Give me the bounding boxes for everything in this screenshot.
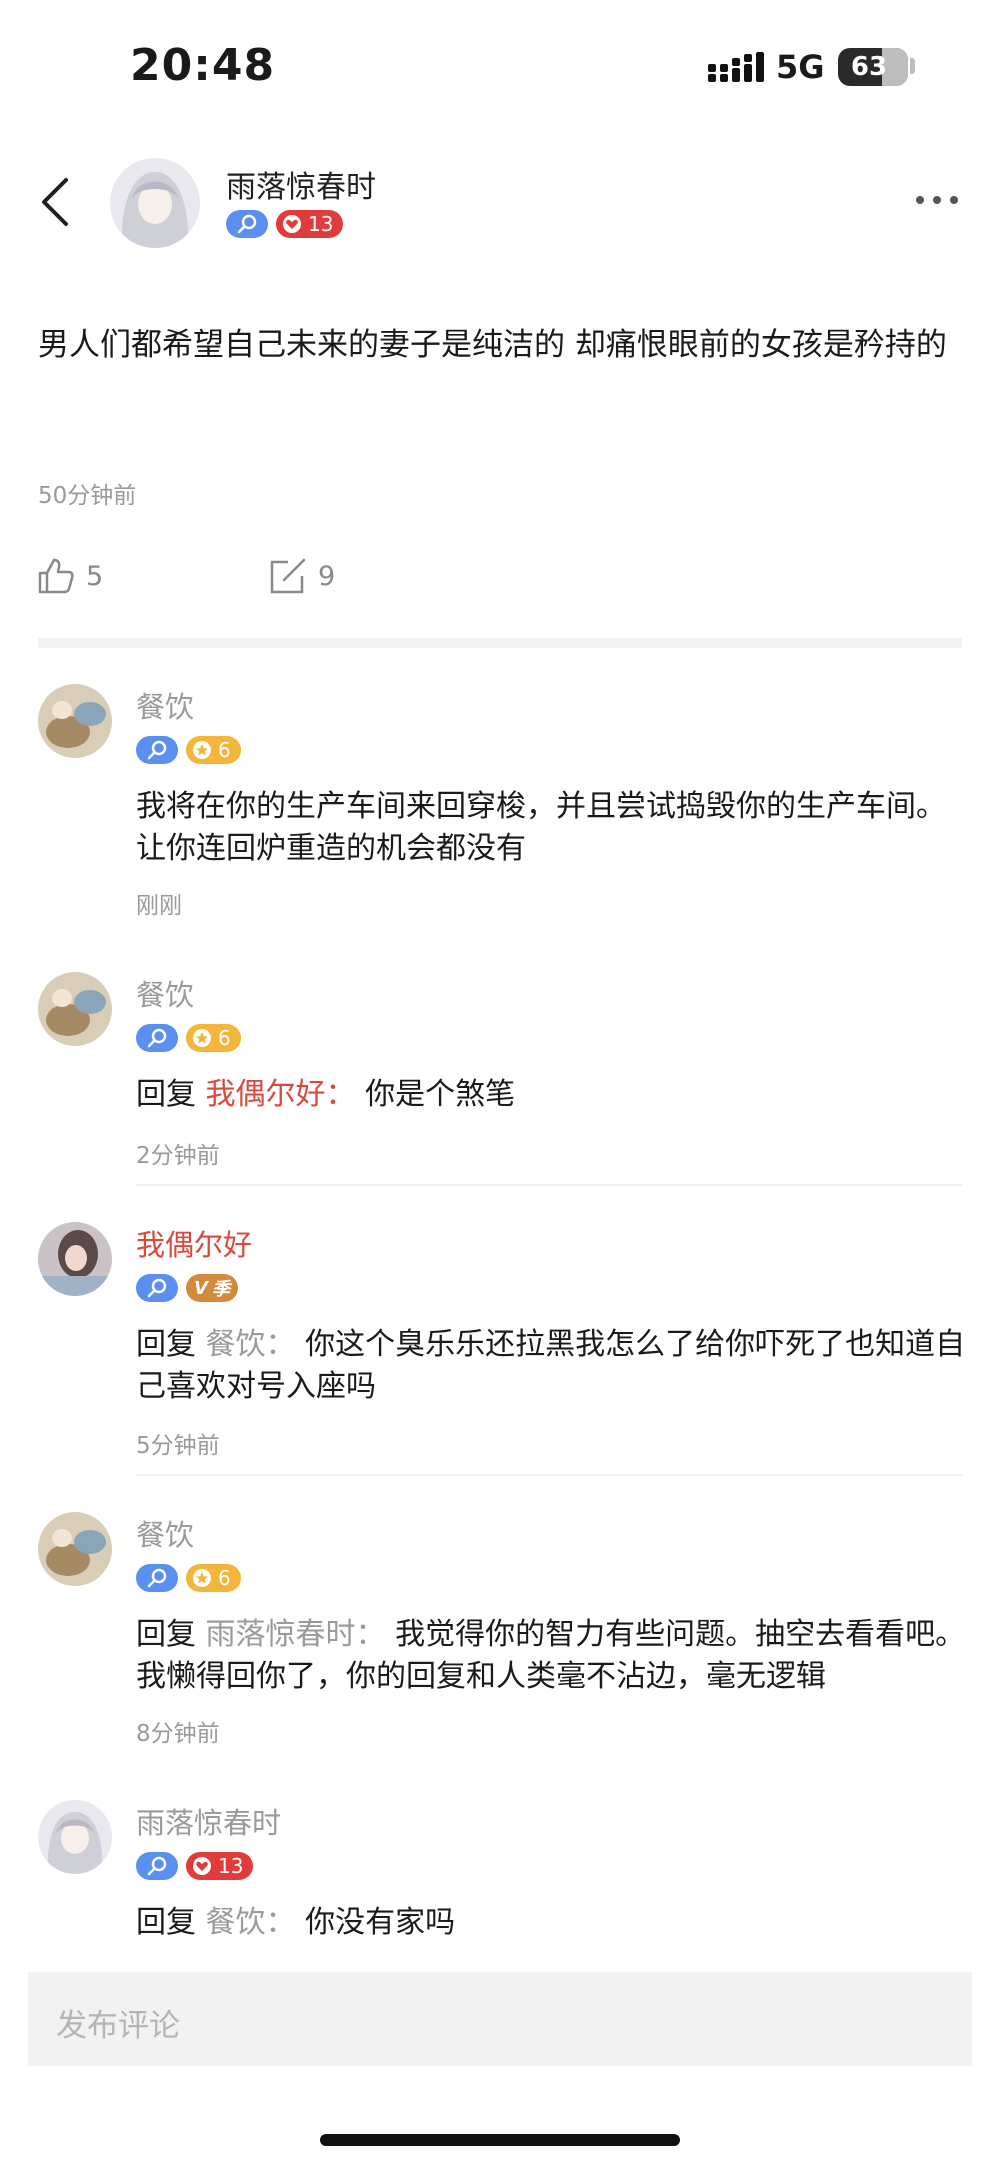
star-icon (193, 741, 211, 759)
reply-word: 回复 (136, 1905, 196, 1940)
reply-word: 回复 (136, 1327, 196, 1362)
comment-divider (136, 1184, 962, 1186)
author-avatar[interactable] (110, 158, 200, 248)
reply-target[interactable]: 雨落惊春时： (206, 1617, 386, 1652)
comment-divider (136, 1474, 962, 1476)
author-badges: 13 (226, 210, 344, 238)
battery-level: 63 (850, 52, 888, 82)
user-badge-icon (136, 736, 178, 764)
user-badge-icon (136, 1564, 178, 1592)
post-content: 男人们都希望自己未来的妻子是纯洁的 却痛恨眼前的女孩是矜持的 (38, 327, 947, 363)
vip-icon: V (194, 1277, 208, 1299)
commenter-name[interactable]: 雨落惊春时 (136, 1800, 281, 1842)
comment-time: 8分钟前 (136, 1721, 220, 1747)
reply-word: 回复 (136, 1077, 196, 1112)
level-badge: 6 (186, 1024, 241, 1052)
level-number: 13 (218, 1854, 244, 1878)
signal-icon (708, 52, 764, 82)
level-badge: 6 (186, 1564, 241, 1592)
like-button[interactable]: 5 (36, 556, 103, 596)
user-badge-icon (136, 1852, 178, 1880)
commenter-avatar[interactable] (38, 1512, 112, 1586)
commenter-badges: 6 (136, 1024, 241, 1052)
commenter-avatar[interactable] (38, 1222, 112, 1296)
comment-text: 回复 餐饮： 你没有家吗 (136, 1905, 456, 1940)
reply-target[interactable]: 餐饮： (206, 1327, 296, 1362)
heart-icon (283, 215, 301, 233)
reply-word: 回复 (136, 1617, 196, 1652)
comment-count: 9 (318, 560, 336, 592)
level-number: 6 (218, 1026, 231, 1050)
home-indicator[interactable] (320, 2134, 680, 2146)
commenter-avatar[interactable] (38, 972, 112, 1046)
commenter-badges: 6 (136, 736, 241, 764)
commenter-name[interactable]: 餐饮 (136, 684, 194, 726)
commenter-name[interactable]: 我偶尔好 (136, 1222, 252, 1264)
comment-text: 我将在你的生产车间来回穿梭，并且尝试捣毁你的生产车间。让你连回炉重造的机会都没有 (136, 789, 946, 866)
comment-text: 回复 我偶尔好： 你是个煞笔 (136, 1077, 516, 1112)
user-badge-icon (226, 210, 268, 238)
vip-badge: V 季 (186, 1274, 238, 1302)
level-number: 13 (308, 212, 334, 236)
reply-target[interactable]: 我偶尔好： (206, 1077, 356, 1112)
commenter-badges: V 季 (136, 1274, 238, 1302)
star-icon (193, 1029, 211, 1047)
level-number: 6 (218, 738, 231, 762)
heart-icon (193, 1857, 211, 1875)
level-badge: 6 (186, 736, 241, 764)
star-icon (193, 1569, 211, 1587)
network-label: 5G (776, 48, 825, 86)
reply-target[interactable]: 餐饮： (206, 1905, 296, 1940)
battery-icon: 63 (838, 48, 908, 86)
user-badge-icon (136, 1274, 178, 1302)
status-time: 20:48 (130, 40, 276, 91)
commenter-avatar[interactable] (38, 1800, 112, 1874)
level-badge: 13 (186, 1852, 254, 1880)
post-time: 50分钟前 (38, 483, 137, 509)
battery-tip (910, 58, 915, 74)
comment-time: 刚刚 (136, 893, 182, 919)
comment-input-placeholder: 发布评论 (56, 2008, 180, 2044)
vip-label: 季 (211, 1279, 230, 1300)
chevron-left-icon[interactable] (30, 170, 86, 234)
commenter-badges: 6 (136, 1564, 241, 1592)
like-count: 5 (86, 560, 104, 592)
section-divider (38, 638, 962, 648)
author-name[interactable]: 雨落惊春时 (226, 162, 376, 206)
comment-time: 2分钟前 (136, 1143, 220, 1169)
commenter-badges: 13 (136, 1852, 254, 1880)
status-bar: 20:48 5G 63 (0, 0, 1000, 140)
level-badge: 13 (276, 210, 344, 238)
commenter-avatar[interactable] (38, 684, 112, 758)
comment-text: 回复 餐饮： 你这个臭乐乐还拉黑我怎么了给你吓死了也知道自己喜欢对号入座吗 (136, 1327, 966, 1404)
comment-input[interactable]: 发布评论 (28, 1972, 972, 2066)
commenter-name[interactable]: 餐饮 (136, 972, 194, 1014)
comment-time: 5分钟前 (136, 1433, 220, 1459)
comment-button[interactable]: 9 (268, 556, 335, 596)
comment-text: 回复 雨落惊春时： 我觉得你的智力有些问题。抽空去看看吧。我懒得回你了，你的回复… (136, 1617, 966, 1694)
edit-comment-icon (270, 558, 306, 594)
commenter-name[interactable]: 餐饮 (136, 1512, 194, 1554)
thumbs-up-icon (38, 558, 74, 594)
user-badge-icon (136, 1024, 178, 1052)
level-number: 6 (218, 1566, 231, 1590)
more-dots-icon[interactable] (912, 182, 962, 218)
